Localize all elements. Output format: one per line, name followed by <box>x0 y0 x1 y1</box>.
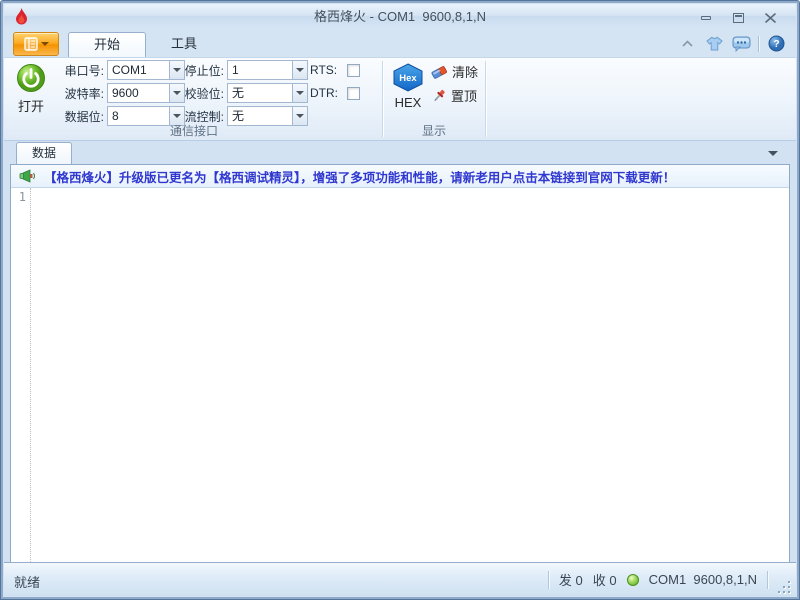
parity-combobox[interactable]: 无 <box>227 83 308 103</box>
clear-label: 清除 <box>452 65 479 80</box>
hex-toggle-button[interactable]: Hex HEX <box>389 60 427 126</box>
editor: 1 <box>11 188 789 562</box>
field-dtr: DTR: <box>310 83 360 103</box>
tab-start[interactable]: 开始 <box>68 32 147 57</box>
parity-value: 无 <box>232 86 245 100</box>
hex-label: HEX <box>394 95 422 110</box>
topmost-label: 置顶 <box>451 89 478 104</box>
group-label-display: 显示 <box>421 124 446 138</box>
baud-rate-value: 9600 <box>112 86 139 100</box>
open-port-button[interactable]: 打开 <box>9 60 53 128</box>
help-button[interactable]: ? <box>766 34 786 53</box>
field-serial-port: 串口号: COM1 <box>52 60 185 80</box>
stop-bits-combobox[interactable]: 1 <box>227 60 308 80</box>
group-label-comm: 通信接口 <box>169 124 218 138</box>
minimize-button[interactable] <box>694 10 718 25</box>
stop-bits-label: 停止位: <box>184 63 224 78</box>
statusbar: 就绪 发 0 收 0 COM1 9600,8,1,N <box>4 562 796 596</box>
field-parity: 校验位: 无 <box>176 83 308 103</box>
chevron-down-icon <box>40 42 49 46</box>
divider <box>547 570 549 589</box>
notification-text[interactable]: 【格西烽火】升级版已更名为【格西调试精灵】，增强了多项功能和性能，请新老用户点击… <box>44 167 675 186</box>
document-tab-strip: 数据 <box>4 142 796 164</box>
divider <box>758 35 759 52</box>
resize-grip[interactable] <box>778 580 790 593</box>
fold-margin <box>30 188 40 562</box>
power-icon <box>17 64 45 92</box>
chevron-down-icon <box>296 114 304 118</box>
rts-checkbox[interactable] <box>347 63 360 77</box>
dtr-checkbox[interactable] <box>347 86 360 100</box>
statusbar-right: 发 0 收 0 COM1 9600,8,1,N <box>547 563 790 596</box>
field-rts: RTS: <box>310 60 360 80</box>
group-separator <box>382 61 383 137</box>
serial-port-combobox[interactable]: COM1 <box>107 60 185 80</box>
maximize-button[interactable] <box>726 10 750 25</box>
app-window: 格西烽火 - COM1 9600,8,1,N 开始 工具 ? 打开 串口号: C… <box>0 0 800 600</box>
collapse-ribbon-button[interactable] <box>677 34 697 53</box>
tab-tools[interactable]: 工具 <box>146 32 222 57</box>
ribbon-tabs: 开始 工具 <box>68 32 222 57</box>
tshirt-icon <box>705 36 723 51</box>
titlebar: 格西烽火 - COM1 9600,8,1,N <box>4 4 796 29</box>
stop-bits-value: 1 <box>232 63 239 77</box>
connection-info: COM1 9600,8,1,N <box>648 572 757 587</box>
maximize-icon <box>732 12 744 23</box>
close-button[interactable] <box>758 10 782 25</box>
ribbon-tab-row: 开始 工具 ? <box>4 29 796 57</box>
field-baud-rate: 波特率: 9600 <box>52 83 185 103</box>
dtr-label: DTR: <box>310 86 338 100</box>
divider <box>767 570 768 589</box>
tab-data[interactable]: 数据 <box>16 142 72 164</box>
window-title: 格西烽火 - COM1 9600,8,1,N <box>314 9 486 24</box>
notebook-menu-icon <box>23 37 38 51</box>
clear-button[interactable]: 清除 <box>428 61 481 82</box>
serial-port-value: COM1 <box>112 63 147 77</box>
app-menu-button[interactable] <box>13 32 59 56</box>
close-icon <box>764 12 776 23</box>
line-number-gutter: 1 <box>11 188 30 562</box>
hex-icon-text: Hex <box>399 73 417 84</box>
hex-icon: Hex <box>393 63 423 92</box>
baud-rate-label: 波特率: <box>64 86 104 101</box>
rx-counter: 收 0 <box>592 573 617 588</box>
connection-led-icon <box>626 573 639 586</box>
pushpin-icon <box>434 89 445 101</box>
quick-access-icons: ? <box>677 34 786 53</box>
tab-list-dropdown-icon[interactable] <box>768 151 778 156</box>
window-controls <box>694 10 782 25</box>
dropdown-button[interactable] <box>292 61 307 79</box>
rts-label: RTS: <box>310 63 338 77</box>
help-icon: ? <box>768 35 784 52</box>
line-number: 1 <box>18 190 26 204</box>
dropdown-button[interactable] <box>292 84 307 102</box>
megaphone-icon <box>19 168 35 183</box>
serial-port-label: 串口号: <box>64 63 104 78</box>
minimize-icon <box>701 15 711 20</box>
open-port-label: 打开 <box>17 99 44 114</box>
editor-text-area[interactable] <box>41 188 789 562</box>
chevron-down-icon <box>296 91 304 95</box>
parity-label: 校验位: <box>184 86 224 101</box>
svg-text:?: ? <box>773 39 779 50</box>
baud-rate-combobox[interactable]: 9600 <box>107 83 185 103</box>
notification-bar[interactable]: 【格西烽火】升级版已更名为【格西调试精灵】，增强了多项功能和性能，请新老用户点击… <box>11 165 789 188</box>
chevron-down-icon <box>296 68 304 72</box>
ribbon: 打开 串口号: COM1 波特率: 9600 数据位: 8 停止位: 1 校验位… <box>4 57 796 141</box>
field-stop-bits: 停止位: 1 <box>176 60 308 80</box>
feedback-button[interactable] <box>731 34 751 53</box>
document-panel: 【格西烽火】升级版已更名为【格西调试精灵】，增强了多项功能和性能，请新老用户点击… <box>10 164 790 563</box>
chevron-up-icon <box>681 40 693 47</box>
tx-counter: 发 0 <box>558 573 583 588</box>
speech-bubble-icon <box>732 36 750 52</box>
skin-button[interactable] <box>704 34 724 53</box>
status-ready: 就绪 <box>14 575 41 590</box>
group-separator <box>485 61 486 137</box>
eraser-icon <box>431 66 447 79</box>
topmost-button[interactable]: 置顶 <box>428 85 480 106</box>
